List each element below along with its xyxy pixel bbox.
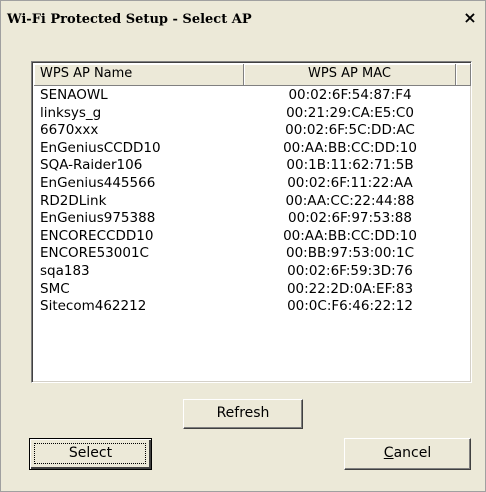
ap-name: EnGenius975388 xyxy=(40,210,156,227)
list-item[interactable]: RD2DLink 00:AA:CC:22:44:88 xyxy=(34,193,471,211)
cancel-label: ancel xyxy=(393,445,432,461)
list-rows: SENAOWL 00:02:6F:54:87:F4 linksys_g 00:21:… xyxy=(34,87,471,316)
ap-mac: 00:BB:97:53:00:1C xyxy=(286,245,414,262)
ap-mac: 00:21:29:CA:E5:C0 xyxy=(286,104,414,121)
column-header-name[interactable]: WPS AP Name xyxy=(34,64,244,86)
column-header-mac[interactable]: WPS AP MAC xyxy=(244,64,456,86)
cancel-mnemonic: C xyxy=(383,445,394,461)
select-ap-dialog: Wi-Fi Protected Setup - Select AP × WPS … xyxy=(0,0,486,492)
list-item[interactable]: EnGenius975388 00:02:6F:97:53:88 xyxy=(34,210,471,228)
window-title: Wi-Fi Protected Setup - Select AP xyxy=(7,12,252,27)
ap-name: sqa183 xyxy=(40,262,90,279)
list-header: WPS AP Name WPS AP MAC xyxy=(34,64,471,86)
ap-name: EnGeniusCCDD10 xyxy=(40,139,161,156)
ap-mac: 00:1B:11:62:71:5B xyxy=(286,157,414,174)
list-item[interactable]: linksys_g 00:21:29:CA:E5:C0 xyxy=(34,105,471,123)
ap-name: SMC xyxy=(40,280,70,297)
ap-name: ENCORE53001C xyxy=(40,245,149,262)
title-bar[interactable]: Wi-Fi Protected Setup - Select AP × xyxy=(1,1,485,37)
refresh-button[interactable]: Refresh xyxy=(183,399,303,429)
ap-mac: 00:02:6F:11:22:AA xyxy=(287,174,413,191)
ap-mac: 00:02:6F:54:87:F4 xyxy=(288,87,412,103)
ap-name: EnGenius445566 xyxy=(40,174,156,191)
ap-mac: 00:02:6F:5C:DD:AC xyxy=(285,122,415,139)
list-item[interactable]: SQA-Raider106 00:1B:11:62:71:5B xyxy=(34,157,471,175)
close-icon[interactable]: × xyxy=(461,9,479,27)
ap-name: ENCORECCDD10 xyxy=(40,227,154,244)
ap-name: SQA-Raider106 xyxy=(40,157,143,174)
ap-name: Sitecom462212 xyxy=(40,298,147,315)
list-item[interactable]: ENCORE53001C 00:BB:97:53:00:1C xyxy=(34,245,471,263)
list-item[interactable]: sqa183 00:02:6F:59:3D:76 xyxy=(34,263,471,281)
wps-ap-list[interactable]: WPS AP Name WPS AP MAC SENAOWL 00:02:6F:5… xyxy=(31,61,472,383)
list-item[interactable]: EnGeniusCCDD10 00:AA:BB:CC:DD:10 xyxy=(34,140,471,158)
list-item[interactable]: SENAOWL 00:02:6F:54:87:F4 xyxy=(34,87,471,105)
select-button-label: Select xyxy=(68,445,113,461)
list-item[interactable]: EnGenius445566 00:02:6F:11:22:AA xyxy=(34,175,471,193)
ap-name: RD2DLink xyxy=(40,192,107,209)
ap-name: linksys_g xyxy=(40,104,102,121)
ap-mac: 00:02:6F:97:53:88 xyxy=(288,210,412,227)
list-item[interactable]: SMC 00:22:2D:0A:EF:83 xyxy=(34,281,471,299)
ap-mac: 00:AA:CC:22:44:88 xyxy=(285,192,415,209)
list-item[interactable]: ENCORECCDD10 00:AA:BB:CC:DD:10 xyxy=(34,228,471,246)
cancel-button[interactable]: Cancel xyxy=(344,438,471,470)
list-item[interactable]: Sitecom462212 00:0C:F6:46:22:12 xyxy=(34,298,471,316)
list-item[interactable]: 6670xxx 00:02:6F:5C:DD:AC xyxy=(34,122,471,140)
ap-mac: 00:22:2D:0A:EF:83 xyxy=(286,280,414,297)
ap-name: SENAOWL xyxy=(40,87,108,103)
select-button[interactable]: Select xyxy=(29,438,152,470)
column-header-filler xyxy=(456,64,471,86)
ap-name: 6670xxx xyxy=(40,122,99,139)
ap-mac: 00:AA:BB:CC:DD:10 xyxy=(283,139,417,156)
ap-mac: 00:0C:F6:46:22:12 xyxy=(287,298,413,315)
ap-mac: 00:02:6F:59:3D:76 xyxy=(287,262,413,279)
ap-mac: 00:AA:BB:CC:DD:10 xyxy=(283,227,417,244)
